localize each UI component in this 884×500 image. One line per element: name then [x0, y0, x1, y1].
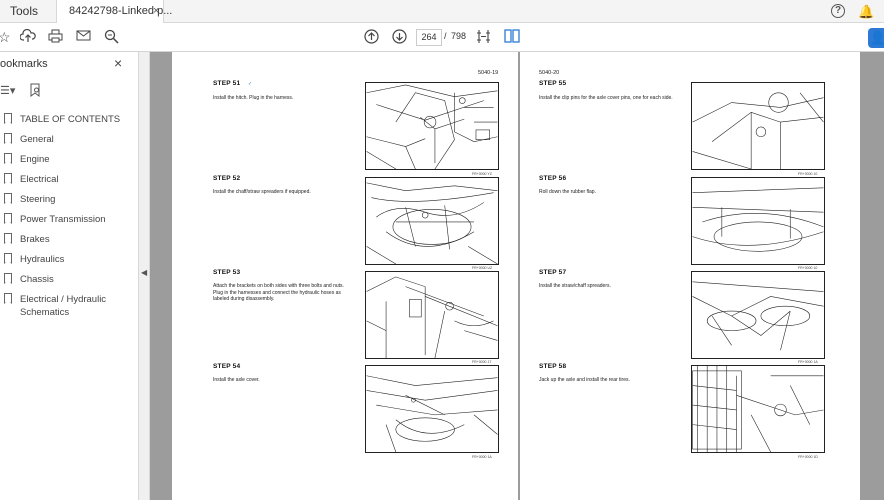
step-illustration — [365, 177, 499, 265]
zoom-search-icon[interactable] — [104, 29, 119, 47]
step-description: Attach the brackets on both sides with t… — [213, 283, 344, 302]
document-viewer[interactable]: 5040-19 STEP 51 ✓ Install the hitch. Plu… — [150, 52, 884, 500]
step-description: Install the straw/chaff spreaders. — [539, 283, 611, 289]
page-number: 5040-19 — [478, 70, 499, 76]
notification-bell-icon[interactable]: 🔔 — [858, 4, 874, 20]
bookmark-marker-icon: ✓ — [248, 81, 253, 87]
help-icon[interactable]: ? — [831, 4, 845, 18]
step-illustration — [365, 82, 499, 170]
figure-code: FR+0000 1D — [798, 455, 818, 459]
bookmark-icon — [4, 153, 12, 164]
step-illustration — [365, 365, 499, 453]
tab-tools[interactable]: Tools — [0, 0, 56, 23]
step-illustration — [691, 271, 825, 359]
email-icon[interactable] — [76, 29, 91, 45]
close-panel-icon[interactable]: × — [114, 55, 122, 71]
bookmark-icon — [4, 213, 12, 224]
bookmark-icon — [4, 253, 12, 264]
bookmark-icon — [4, 113, 12, 124]
step-title: STEP 56 — [539, 175, 567, 182]
step-description: Install the axle cover. — [213, 377, 260, 383]
bookmark-icon — [4, 293, 12, 304]
step-title: STEP 51 — [213, 80, 241, 87]
toolbar: ☆ — [0, 23, 884, 52]
two-page-view-icon[interactable] — [504, 29, 520, 46]
next-page-icon[interactable] — [392, 29, 407, 47]
print-icon[interactable] — [48, 29, 63, 46]
step-description: Install the chaff/straw spreaders if equ… — [213, 189, 311, 195]
star-icon[interactable]: ☆ — [0, 29, 11, 45]
bookmark-menu-icon[interactable]: ☰▾ — [0, 84, 15, 97]
upload-cloud-icon[interactable] — [19, 28, 36, 46]
figure-code: FR+0000 YZ — [472, 172, 492, 176]
step-description: Roll down the rubber flap. — [539, 189, 596, 195]
document-page-right: 5040-20 STEP 55 Install the clip pins fo… — [520, 52, 860, 500]
page-number: 5040-20 — [539, 70, 560, 76]
step-illustration — [691, 82, 825, 170]
bookmark-icon — [4, 193, 12, 204]
step-title: STEP 57 — [539, 269, 567, 276]
previous-page-icon[interactable] — [364, 29, 379, 47]
step-description: Install the clip pins for the axle cover… — [539, 95, 673, 101]
step-title: STEP 52 — [213, 175, 241, 182]
bookmark-icon — [4, 173, 12, 184]
page-number-input[interactable]: 264 — [416, 29, 442, 46]
bookmarks-panel: ookmarks × ☰▾ TABLE OF CONTENTS General … — [0, 52, 139, 500]
step-illustration — [691, 365, 825, 453]
step-description: Install the hitch. Plug in the harness. — [213, 95, 294, 101]
collapse-panel-handle[interactable]: ◀ — [139, 52, 150, 500]
user-account-icon[interactable]: 👤 — [868, 28, 884, 48]
bookmark-search-icon[interactable] — [30, 83, 42, 100]
tab-document[interactable]: 84242798-Linked p... × — [56, 0, 172, 24]
figure-code: FR+0000 10 — [798, 172, 818, 176]
step-description: Jack up the axle and install the rear ti… — [539, 377, 630, 383]
figure-code: FR+0000 UZ — [472, 266, 493, 270]
bookmarks-title: ookmarks — [0, 58, 48, 70]
step-title: STEP 58 — [539, 363, 567, 370]
figure-code: FR+0000 10 — [798, 266, 818, 270]
figure-code: FR+0000 17 — [472, 360, 492, 364]
close-tab-icon[interactable]: × — [153, 0, 159, 23]
step-illustration — [691, 177, 825, 265]
figure-code: FR+0000 1A — [798, 360, 818, 364]
step-illustration — [365, 271, 499, 359]
step-title: STEP 54 — [213, 363, 241, 370]
tab-bar: Tools 84242798-Linked p... × ? 🔔 — [0, 0, 884, 24]
document-page-left: 5040-19 STEP 51 ✓ Install the hitch. Plu… — [172, 52, 518, 500]
bookmark-icon — [4, 133, 12, 144]
fit-page-icon[interactable] — [476, 29, 491, 47]
step-title: STEP 53 — [213, 269, 241, 276]
figure-code: FR+0000 1A — [472, 455, 492, 459]
collapse-arrow-icon: ◀ — [141, 268, 148, 277]
bookmark-icon — [4, 273, 12, 284]
page-separator: / — [444, 31, 447, 41]
page-total: 798 — [451, 31, 467, 41]
step-title: STEP 55 — [539, 80, 567, 87]
bookmark-icon — [4, 233, 12, 244]
